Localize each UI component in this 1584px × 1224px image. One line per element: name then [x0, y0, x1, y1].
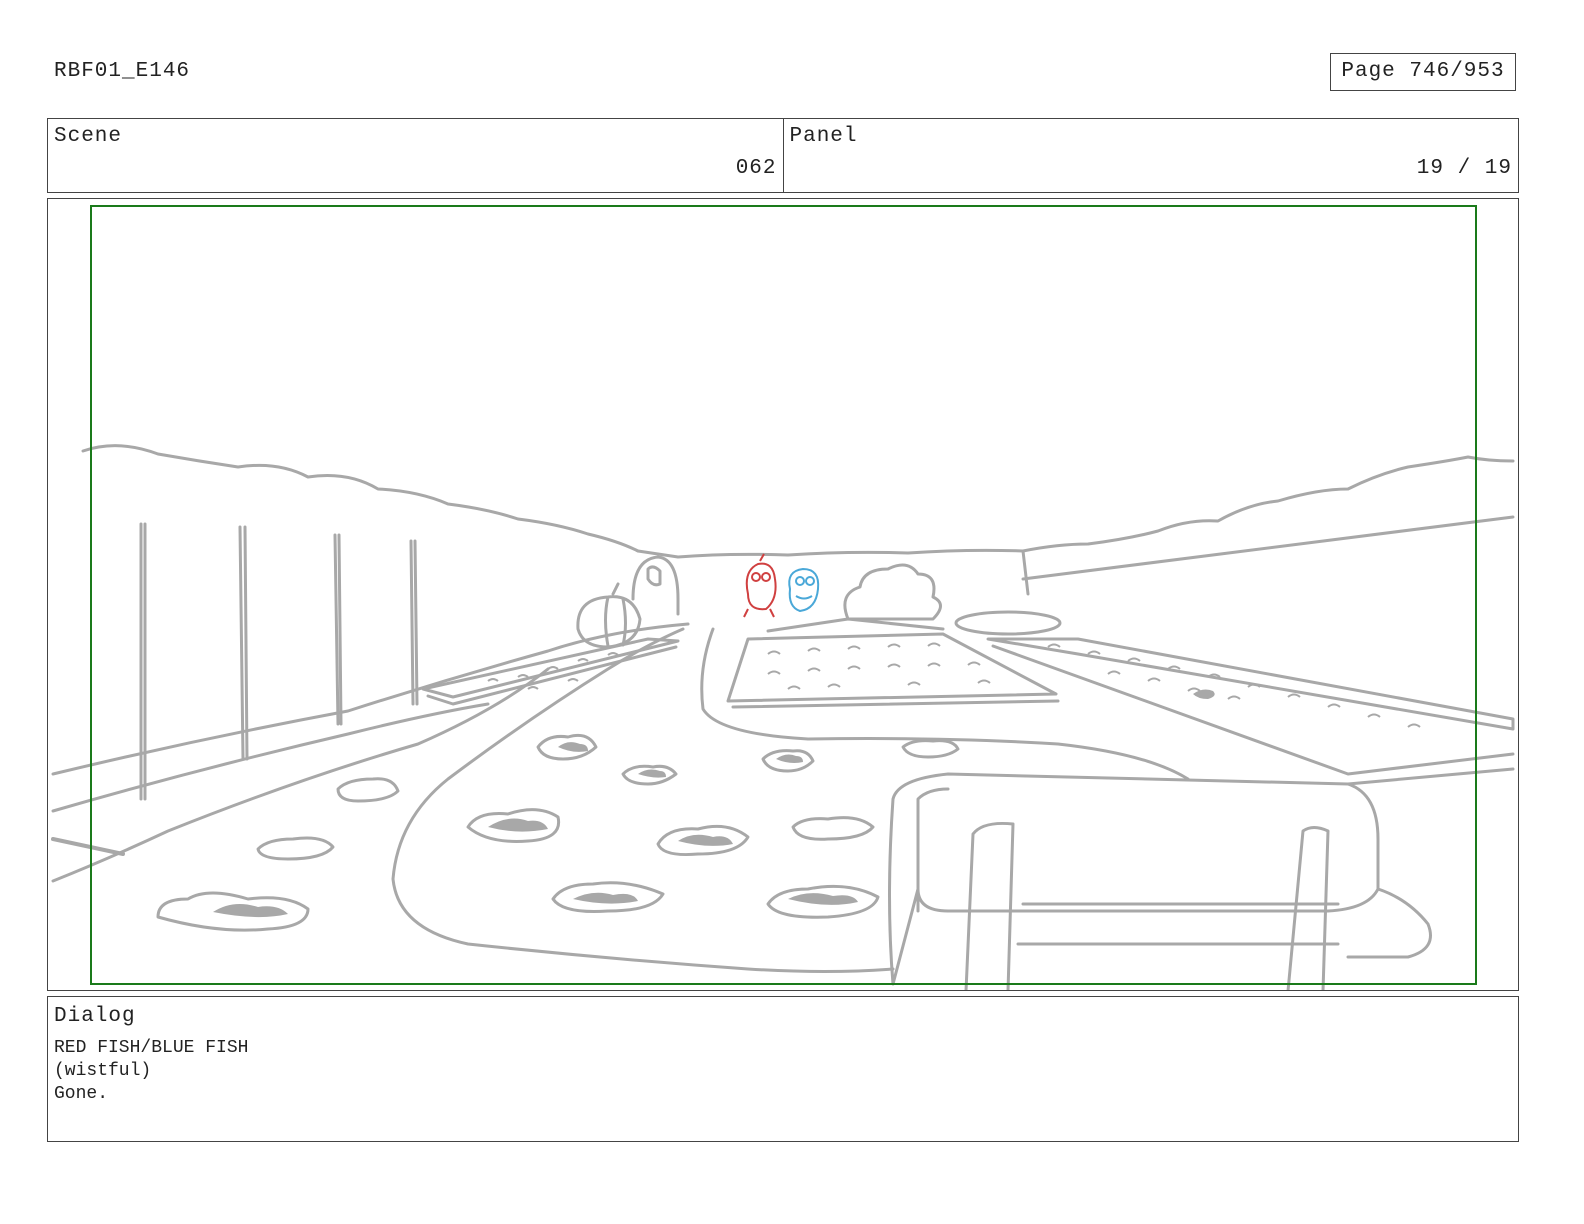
red-fish-figure — [743, 553, 777, 618]
scene-number: 062 — [735, 157, 777, 180]
blue-fish-figure — [788, 567, 820, 613]
panel-label: Panel — [789, 125, 858, 148]
pumpkin — [576, 582, 642, 649]
panel-number: 19 / 19 — [1416, 157, 1512, 180]
scene-cell: Scene 062 — [48, 119, 783, 192]
dialog-line-speech: Gone. — [54, 1084, 109, 1104]
panel-cell: Panel 19 / 19 — [782, 119, 1519, 192]
bench — [888, 772, 1380, 986]
document-id: RBF01_E146 — [54, 60, 191, 83]
door — [631, 555, 680, 616]
center-planter — [726, 617, 1060, 709]
dialog-line-direction: (wistful) — [54, 1061, 152, 1081]
bush — [843, 563, 942, 621]
dialog-box: Dialog RED FISH/BLUE FISH (wistful) Gone… — [47, 996, 1519, 1142]
left-hedge — [81, 444, 640, 553]
panel-sketch — [51, 205, 1515, 990]
dialog-text: RED FISH/BLUE FISH (wistful) Gone. — [54, 1037, 248, 1106]
scene-panel-header: Scene 062 Panel 19 / 19 — [47, 118, 1519, 193]
page-number: Page 746/953 — [1330, 53, 1516, 91]
right-hedge — [1021, 455, 1515, 553]
dialog-line-character: RED FISH/BLUE FISH — [54, 1038, 249, 1058]
scene-label: Scene — [54, 125, 123, 148]
dialog-label: Dialog — [54, 1005, 136, 1028]
storyboard-panel — [47, 198, 1519, 991]
right-planter — [986, 637, 1515, 776]
safe-frame — [90, 205, 1477, 985]
